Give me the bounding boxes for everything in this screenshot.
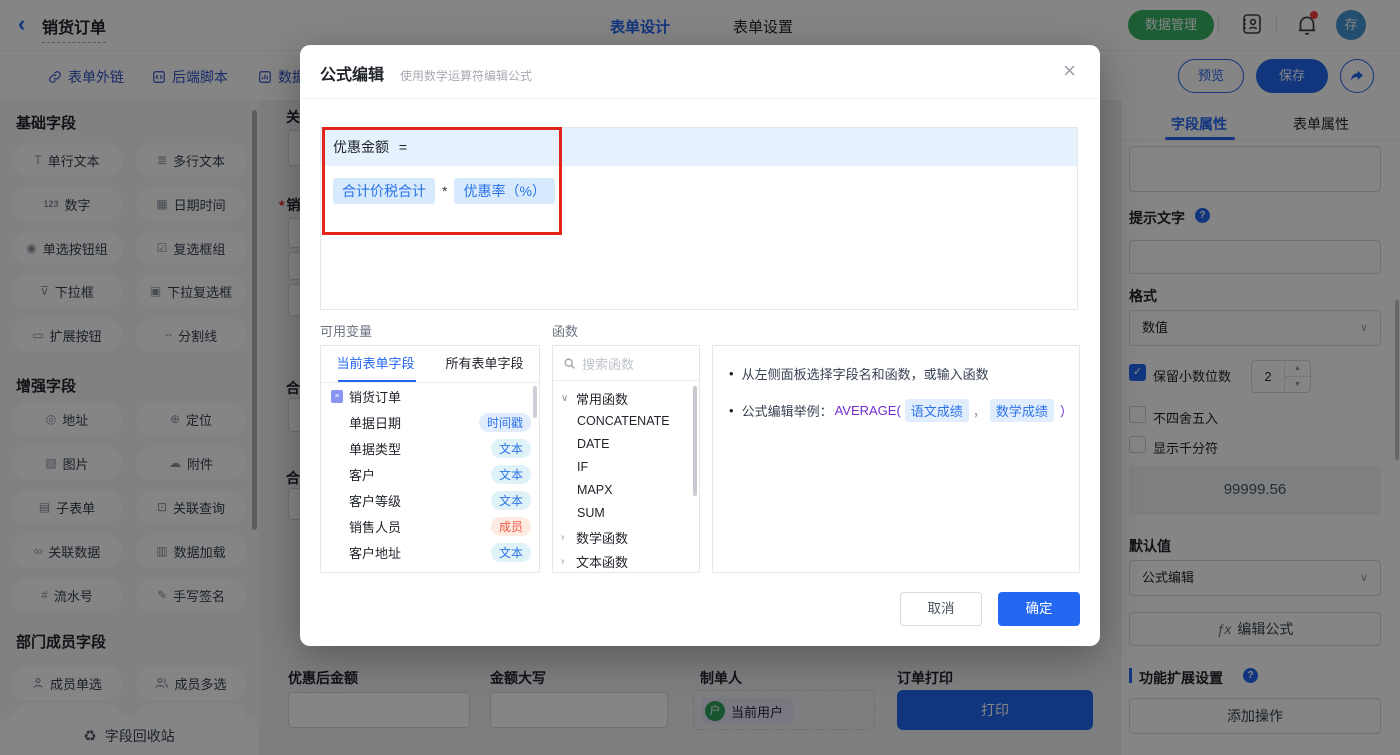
- bullet-icon: •: [729, 403, 734, 418]
- active-tab-underline: [338, 380, 416, 382]
- variable-name: 客户: [349, 465, 375, 484]
- formula-editor-modal: 公式编辑 使用数学运算符编辑公式 × 优惠金额 = 合计价税合计 * 优惠率（%…: [300, 45, 1100, 646]
- variables-scrollbar[interactable]: [533, 386, 537, 418]
- functions-scrollbar[interactable]: [693, 386, 697, 496]
- type-badge: 文本: [491, 543, 531, 562]
- variable-row[interactable]: 销售人员 成员: [321, 513, 539, 539]
- variable-name: 销售人员: [349, 517, 401, 536]
- type-badge: 时间戳: [479, 413, 531, 432]
- tree-root-label: 销货订单: [349, 387, 401, 406]
- example-token-2: 数学成绩: [990, 399, 1054, 422]
- closing-paren: ）: [1060, 401, 1073, 420]
- variables-tabs: 当前表单字段 所有表单字段: [321, 346, 539, 383]
- comma: ，: [973, 401, 986, 420]
- functions-panel-label: 函数: [552, 321, 578, 340]
- variable-name: 单据类型: [349, 439, 401, 458]
- function-item-concatenate[interactable]: CONCATENATE: [553, 410, 699, 433]
- field-token-right[interactable]: 优惠率（%）: [454, 178, 554, 204]
- divider: [300, 98, 1100, 99]
- variable-row[interactable]: 客户 文本: [321, 461, 539, 487]
- tree-root-row[interactable]: ≡ 销货订单: [321, 383, 539, 409]
- function-item-if[interactable]: IF: [553, 456, 699, 479]
- help-example-prefix: 公式编辑举例：: [742, 401, 833, 420]
- chevron-closed-icon: ›: [561, 532, 571, 543]
- type-badge: 成员: [491, 517, 531, 536]
- variable-name: 客户地址: [349, 543, 401, 562]
- formula-target-row: 优惠金额 =: [321, 128, 1077, 166]
- variable-name: 单据日期: [349, 413, 401, 432]
- modal-subtitle: 使用数学运算符编辑公式: [400, 67, 532, 84]
- variables-panel-label: 可用变量: [320, 321, 372, 340]
- variable-row[interactable]: 客户等级 文本: [321, 487, 539, 513]
- formula-target: 优惠金额: [333, 139, 389, 155]
- function-search-input[interactable]: 搜索函数: [553, 346, 699, 381]
- formula-input-area[interactable]: 优惠金额 = 合计价税合计 * 优惠率（%）: [320, 127, 1078, 310]
- functions-panel: 搜索函数 ∨常用函数 CONCATENATE DATE IF MAPX SUM …: [552, 345, 700, 573]
- function-group-text[interactable]: › 文本函数: [553, 549, 699, 573]
- variable-row[interactable]: 单据类型 文本: [321, 435, 539, 461]
- variable-row[interactable]: 客户地址 文本: [321, 539, 539, 565]
- type-badge: 文本: [491, 439, 531, 458]
- equals-sign: =: [399, 139, 407, 155]
- cancel-button[interactable]: 取消: [900, 592, 982, 626]
- type-badge: 文本: [491, 465, 531, 484]
- modal-title: 公式编辑: [320, 61, 384, 85]
- tab-current-form-fields[interactable]: 当前表单字段: [321, 346, 430, 382]
- help-line-1: • 从左侧面板选择字段名和函数，或输入函数: [729, 364, 1063, 383]
- variables-panel: 当前表单字段 所有表单字段 ≡ 销货订单 单据日期时间戳 单据类型文本 客户文本…: [320, 345, 540, 573]
- chevron-closed-icon: ›: [561, 556, 571, 567]
- function-group-common[interactable]: ∨ 常用函数: [553, 386, 699, 410]
- bullet-icon: •: [729, 366, 734, 381]
- variable-row[interactable]: 单据日期 时间戳: [321, 409, 539, 435]
- function-item-date[interactable]: DATE: [553, 433, 699, 456]
- field-token-left[interactable]: 合计价税合计: [333, 178, 435, 204]
- average-function-text: AVERAGE(: [835, 403, 901, 418]
- function-item-sum[interactable]: SUM: [553, 502, 699, 525]
- multiply-operator: *: [442, 183, 447, 199]
- variable-name: 客户等级: [349, 491, 401, 510]
- function-group-math[interactable]: › 数学函数: [553, 525, 699, 549]
- formula-expression: 合计价税合计 * 优惠率（%）: [333, 178, 555, 204]
- group-label: 文本函数: [576, 552, 628, 571]
- group-label: 数学函数: [576, 528, 628, 547]
- close-icon[interactable]: ×: [1063, 59, 1076, 83]
- confirm-button[interactable]: 确定: [998, 592, 1080, 626]
- form-doc-icon: ≡: [331, 390, 343, 403]
- function-item-mapx[interactable]: MAPX: [553, 479, 699, 502]
- help-text: 从左侧面板选择字段名和函数，或输入函数: [742, 364, 989, 383]
- group-label: 常用函数: [576, 389, 628, 408]
- search-icon: [563, 357, 576, 370]
- example-token-1: 语文成绩: [905, 399, 969, 422]
- type-badge: 文本: [491, 491, 531, 510]
- search-placeholder: 搜索函数: [582, 354, 634, 373]
- help-panel: • 从左侧面板选择字段名和函数，或输入函数 • 公式编辑举例： AVERAGE(…: [712, 345, 1080, 573]
- tab-all-form-fields[interactable]: 所有表单字段: [430, 346, 539, 382]
- chevron-open-icon: ∨: [561, 393, 571, 404]
- help-line-2: • 公式编辑举例： AVERAGE( 语文成绩 ， 数学成绩 ）: [729, 399, 1063, 422]
